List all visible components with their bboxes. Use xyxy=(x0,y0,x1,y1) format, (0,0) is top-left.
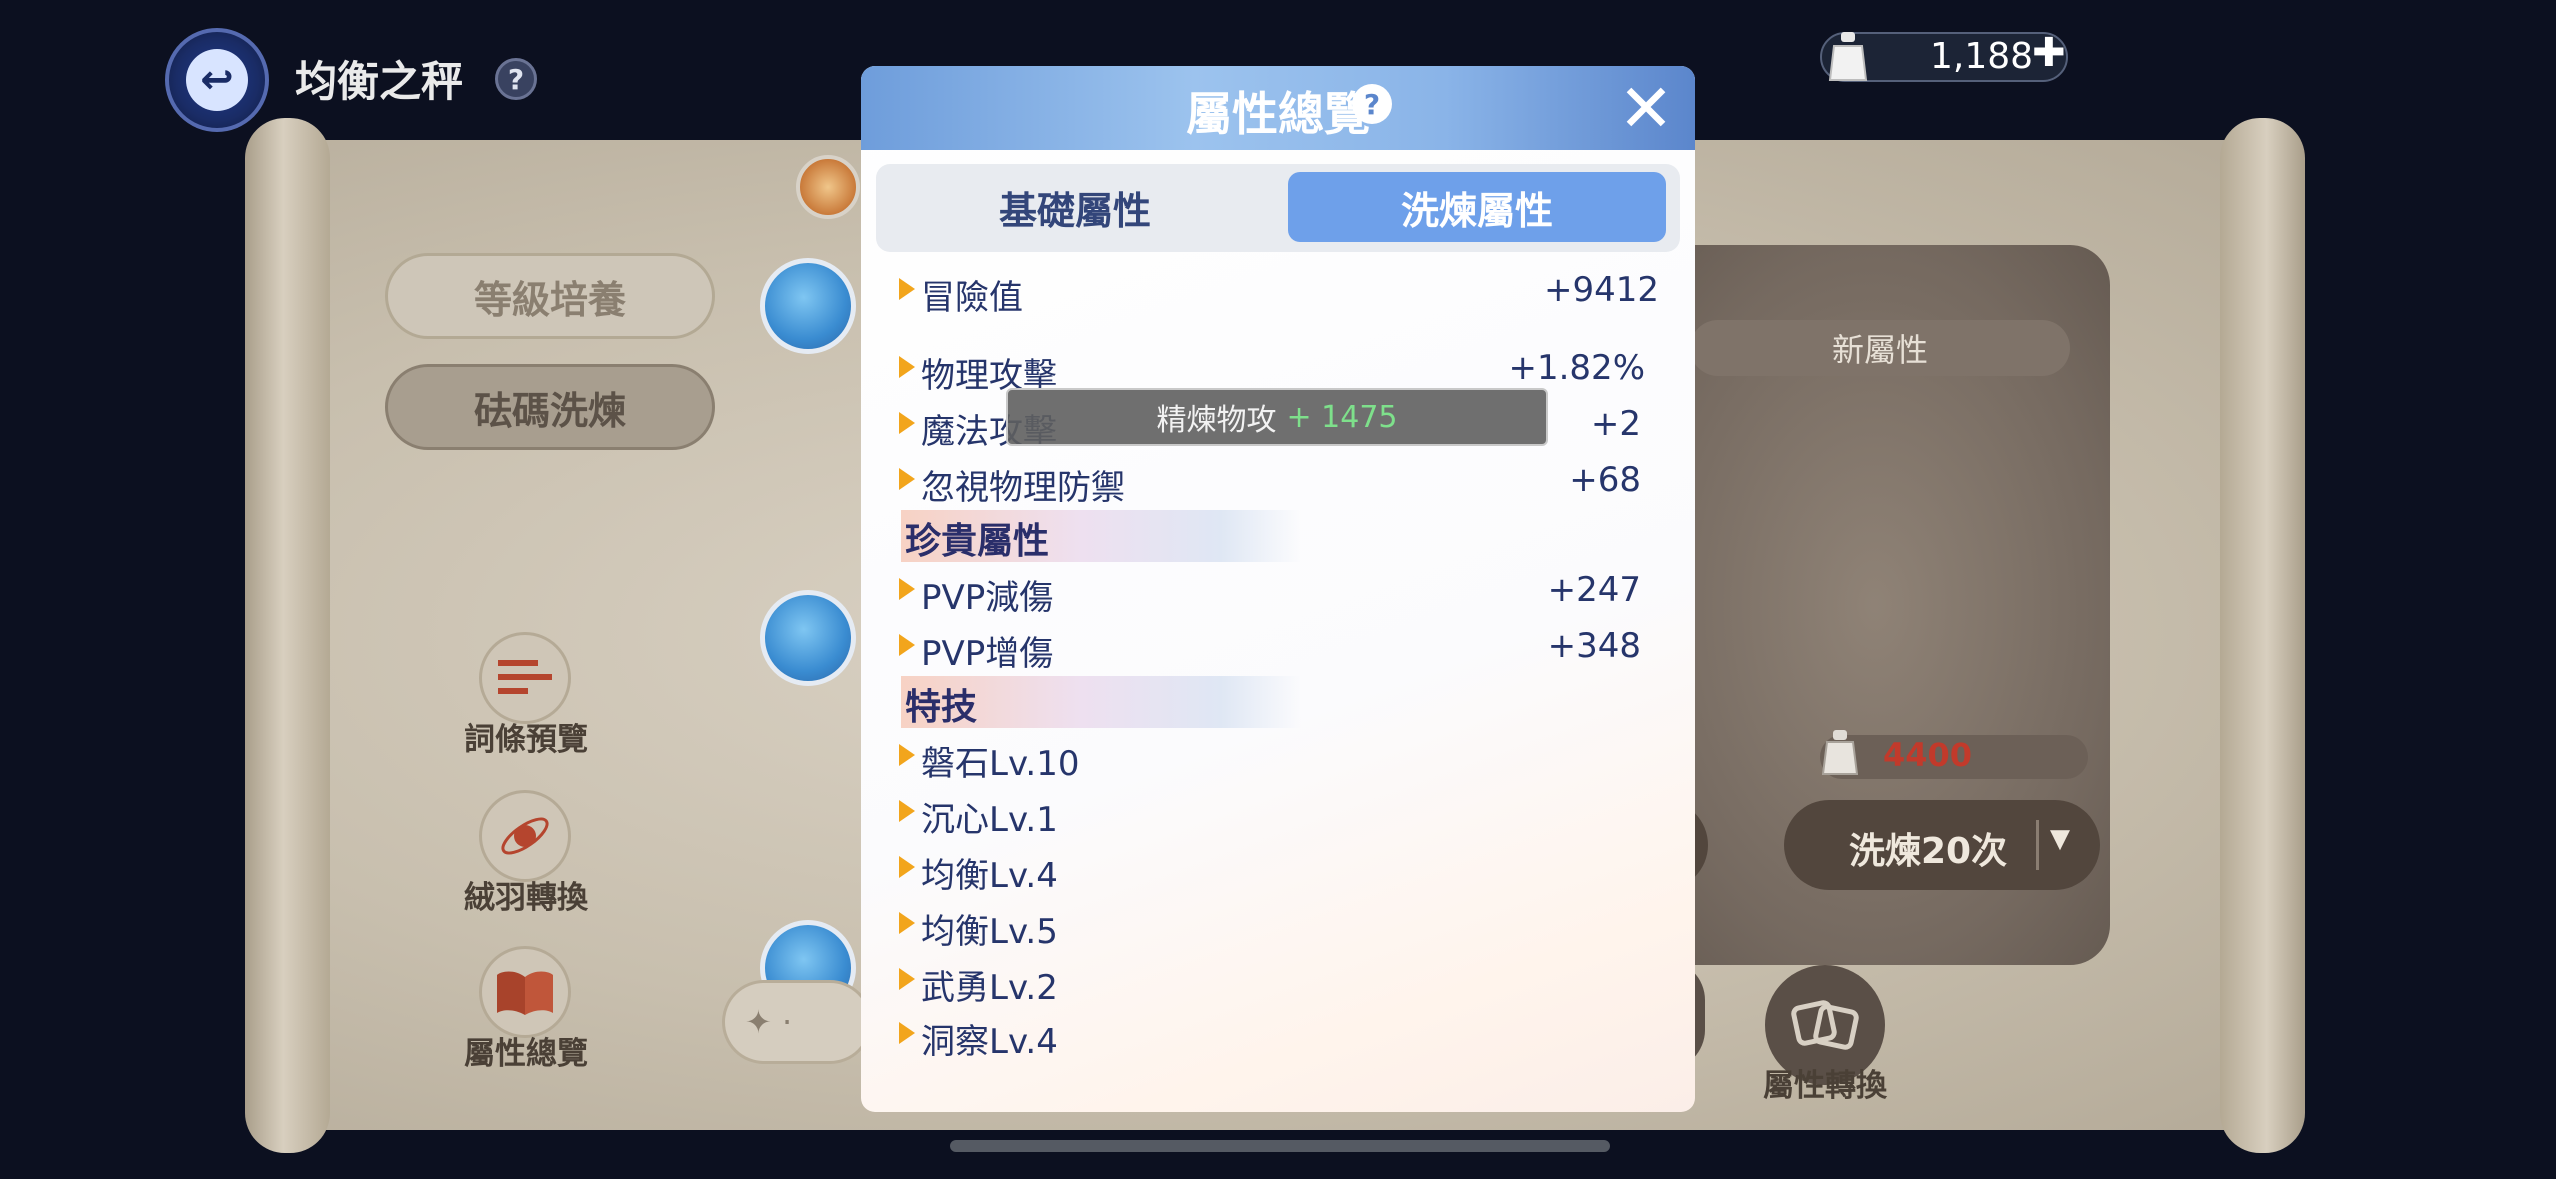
section-header-precious: 珍貴屬性 xyxy=(901,510,1301,562)
attr-row: PVP增傷 +348 xyxy=(899,624,1641,674)
skill-row: 均衡Lv.4 xyxy=(899,846,1659,896)
attr-name: PVP增傷 xyxy=(921,634,1054,674)
sparkle-button[interactable]: ✦ · xyxy=(722,980,872,1064)
section-header-skills: 特技 xyxy=(901,676,1301,728)
skill-name: 沉心Lv.1 xyxy=(921,800,1058,840)
bullet-icon xyxy=(899,800,915,822)
skill-row: 磐石Lv.10 xyxy=(899,734,1659,784)
attr-overview-label[interactable]: 屬性總覽 xyxy=(436,1028,616,1073)
tab-bar: 基礎屬性 洗煉屬性 xyxy=(876,164,1680,252)
attr-overview-icon[interactable] xyxy=(479,946,571,1038)
bullet-icon xyxy=(899,1022,915,1044)
attr-value: +1.82% xyxy=(1508,348,1646,388)
scroll-roll-left xyxy=(245,118,330,1153)
orbit-icon xyxy=(501,817,549,855)
attr-row: 忽視物理防禦 +68 xyxy=(899,458,1641,508)
back-button[interactable]: ↩ xyxy=(165,28,269,132)
attr-value: +348 xyxy=(1547,626,1641,666)
preview-icon[interactable] xyxy=(479,632,571,724)
bullet-icon xyxy=(899,856,915,878)
bullet-icon xyxy=(899,412,915,434)
feather-convert-label[interactable]: 絨羽轉換 xyxy=(436,872,616,917)
skill-name: 均衡Lv.5 xyxy=(921,912,1058,952)
skill-row: 武勇Lv.2 xyxy=(899,958,1659,1008)
help-icon[interactable]: ? xyxy=(1352,84,1392,124)
attr-value: +2 xyxy=(1590,404,1641,444)
bullet-icon xyxy=(899,744,915,766)
section-title: 特技 xyxy=(905,687,978,728)
home-indicator xyxy=(950,1140,1610,1152)
tree-node-sword[interactable] xyxy=(760,590,856,686)
back-arrow-icon: ↩ xyxy=(186,49,248,111)
bullet-icon xyxy=(899,634,915,656)
modal-header: 屬性總覽 ? ✕ xyxy=(861,66,1695,150)
bullet-icon xyxy=(899,356,915,378)
bullet-icon xyxy=(899,278,915,300)
skill-name: 武勇Lv.2 xyxy=(921,968,1058,1008)
attr-name: PVP減傷 xyxy=(921,578,1054,618)
attr-name: 忽視物理防禦 xyxy=(921,468,1125,508)
skill-name: 洞察Lv.4 xyxy=(921,1022,1058,1062)
scroll-roll-right xyxy=(2220,118,2305,1153)
attr-value: +9412 xyxy=(1543,270,1659,310)
attr-value: +247 xyxy=(1547,570,1641,610)
tooltip-value: + 1475 xyxy=(1286,399,1398,435)
attr-row: 冒險值 +9412 xyxy=(899,268,1659,318)
bullet-icon xyxy=(899,912,915,934)
dropdown-arrow-icon[interactable]: ▼ xyxy=(2050,824,2070,854)
level-up-tab[interactable]: 等級培養 xyxy=(385,253,715,339)
attribute-overview-modal: 屬性總覽 ? ✕ 基礎屬性 洗煉屬性 冒險值 +9412 物理攻擊 +1.82%… xyxy=(861,66,1695,1112)
bullet-icon xyxy=(899,968,915,990)
refine-20-button[interactable]: 洗煉20次 ▼ xyxy=(1784,800,2100,890)
attribute-tooltip: 精煉物攻 + 1475 xyxy=(1006,388,1548,446)
feather-convert-icon[interactable] xyxy=(479,790,571,882)
refine-tab[interactable]: 砝碼洗煉 xyxy=(385,364,715,450)
skill-row: 沉心Lv.1 xyxy=(899,790,1659,840)
cost-value: 4400 xyxy=(1883,736,1973,774)
book-icon xyxy=(497,971,553,1015)
weight-icon xyxy=(1828,32,1868,81)
convert-icon xyxy=(1791,1000,1859,1050)
refine-20-label: 洗煉20次 xyxy=(1849,831,2008,872)
modal-title: 屬性總覽 xyxy=(1186,87,1370,141)
new-attribute-header: 新屬性 xyxy=(1690,320,2070,376)
attr-name: 冒險值 xyxy=(921,278,1023,318)
bullet-icon xyxy=(899,578,915,600)
preview-label[interactable]: 詞條預覽 xyxy=(436,714,616,759)
close-icon[interactable]: ✕ xyxy=(1611,74,1681,144)
section-title: 珍貴屬性 xyxy=(905,521,1050,562)
list-icon xyxy=(498,660,552,694)
skill-row: 均衡Lv.5 xyxy=(899,902,1659,952)
skill-name: 磐石Lv.10 xyxy=(921,744,1080,784)
divider xyxy=(2036,820,2039,870)
attr-value: +68 xyxy=(1569,460,1641,500)
currency-value: 1,188 xyxy=(1930,36,2034,77)
help-icon[interactable]: ? xyxy=(495,58,537,100)
tooltip-label: 精煉物攻 xyxy=(1156,403,1277,438)
tab-refine-attributes[interactable]: 洗煉屬性 xyxy=(1288,172,1666,242)
skill-row: 洞察Lv.4 xyxy=(899,1012,1659,1062)
tab-basic-attributes[interactable]: 基礎屬性 xyxy=(886,172,1264,242)
add-currency-button[interactable]: ✚ xyxy=(2032,30,2066,76)
skill-name: 均衡Lv.4 xyxy=(921,856,1058,896)
tree-node-skull[interactable] xyxy=(760,258,856,354)
attr-convert-label[interactable]: 屬性轉換 xyxy=(1745,1060,1905,1105)
tree-node-top[interactable] xyxy=(796,155,860,219)
page-title: 均衡之秤 xyxy=(295,57,464,106)
weight-icon xyxy=(1822,730,1858,775)
attr-row: PVP減傷 +247 xyxy=(899,568,1641,618)
bullet-icon xyxy=(899,468,915,490)
